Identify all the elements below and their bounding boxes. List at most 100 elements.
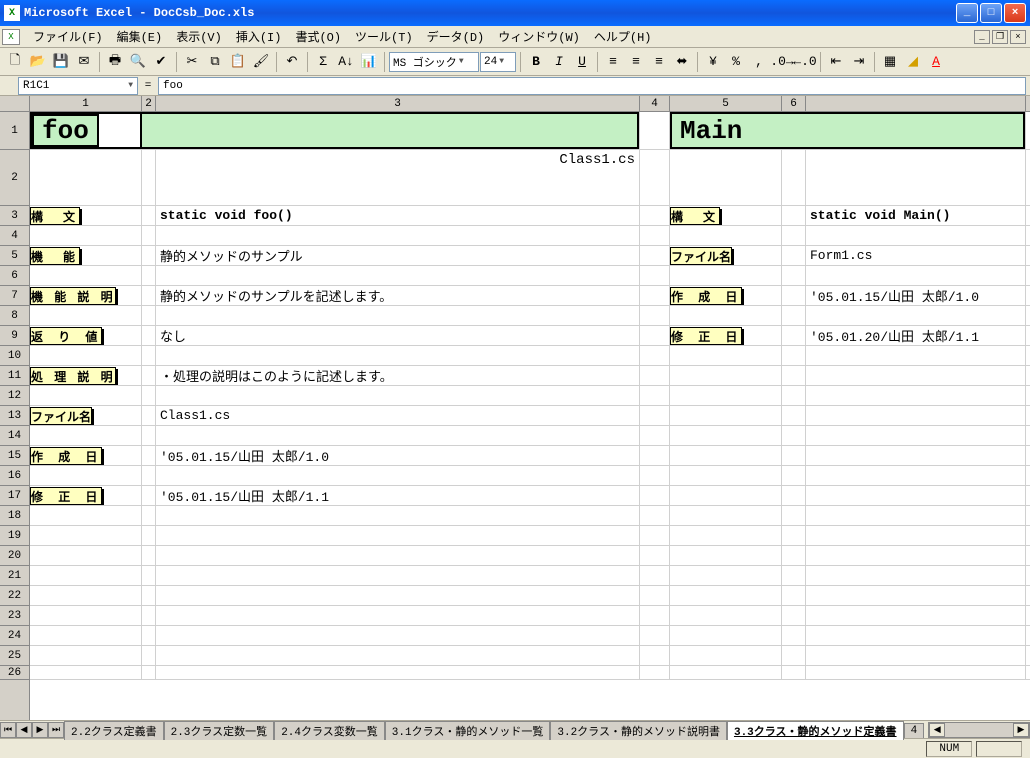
italic-icon[interactable]: I <box>548 51 570 73</box>
cell[interactable] <box>142 206 156 225</box>
cell-value[interactable]: Class1.cs <box>156 406 640 425</box>
cut-icon[interactable]: ✂ <box>181 51 203 73</box>
cell[interactable] <box>30 150 142 205</box>
sheet-tab[interactable]: 2.4クラス変数一覧 <box>274 721 385 740</box>
scroll-left-icon[interactable]: ◀ <box>929 723 945 737</box>
cell-title-foo[interactable]: foo <box>30 112 142 149</box>
row-header[interactable]: 1 <box>0 112 29 150</box>
cell-value[interactable]: Form1.cs <box>806 246 1026 265</box>
cell[interactable] <box>142 112 640 149</box>
format-painter-icon[interactable]: 🖌 <box>250 51 272 73</box>
row-header[interactable]: 15 <box>0 446 29 466</box>
font-color-icon[interactable]: A <box>925 51 947 73</box>
increase-decimal-icon[interactable]: .0→ <box>771 51 793 73</box>
row-header[interactable]: 8 <box>0 306 29 326</box>
mdi-restore-button[interactable]: ❐ <box>992 30 1008 44</box>
row-header[interactable]: 17 <box>0 486 29 506</box>
bold-icon[interactable]: B <box>525 51 547 73</box>
row-header[interactable]: 19 <box>0 526 29 546</box>
align-center-icon[interactable]: ≡ <box>625 51 647 73</box>
menu-view[interactable]: 表示(V) <box>169 26 229 47</box>
cell-value[interactable]: '05.01.15/山田 太郎/1.0 <box>156 446 640 465</box>
cell-classfile[interactable]: Class1.cs <box>156 150 640 205</box>
decrease-indent-icon[interactable]: ⇤ <box>825 51 847 73</box>
cell-value[interactable]: ・処理の説明はこのように記述します。 <box>156 366 640 385</box>
menu-format[interactable]: 書式(O) <box>288 26 348 47</box>
print-preview-icon[interactable]: 🔍 <box>127 51 149 73</box>
currency-icon[interactable]: ¥ <box>702 51 724 73</box>
sheet-tab[interactable]: 2.3クラス定数一覧 <box>164 721 275 740</box>
cell-value[interactable]: なし <box>156 326 640 345</box>
row-header[interactable]: 20 <box>0 546 29 566</box>
select-all-button[interactable] <box>0 96 29 112</box>
row-header[interactable]: 6 <box>0 266 29 286</box>
font-size-select[interactable]: 24▼ <box>480 52 516 72</box>
scroll-right-icon[interactable]: ▶ <box>1013 723 1029 737</box>
autosum-icon[interactable]: Σ <box>312 51 334 73</box>
percent-icon[interactable]: % <box>725 51 747 73</box>
cell-value[interactable]: '05.01.15/山田 太郎/1.0 <box>806 286 1026 305</box>
column-header[interactable]: 5 <box>670 96 782 111</box>
cell[interactable] <box>806 150 1026 205</box>
close-button[interactable]: × <box>1004 3 1026 23</box>
borders-icon[interactable]: ▦ <box>879 51 901 73</box>
chart-icon[interactable]: 📊 <box>358 51 380 73</box>
maximize-button[interactable]: □ <box>980 3 1002 23</box>
horizontal-scrollbar[interactable]: ◀ ▶ <box>928 722 1030 738</box>
menu-data[interactable]: データ(D) <box>420 26 492 47</box>
tab-nav-prev-icon[interactable]: ◀ <box>16 722 32 738</box>
sort-asc-icon[interactable]: A↓ <box>335 51 357 73</box>
cell-value[interactable]: static void foo() <box>156 206 640 225</box>
column-header[interactable] <box>806 96 1026 111</box>
column-header[interactable]: 1 <box>30 96 142 111</box>
cell-value[interactable]: 静的メソッドのサンプルを記述します。 <box>156 286 640 305</box>
row-header[interactable]: 14 <box>0 426 29 446</box>
menu-window[interactable]: ウィンドウ(W) <box>491 26 587 47</box>
row-header[interactable]: 25 <box>0 646 29 666</box>
row-header[interactable]: 2 <box>0 150 29 206</box>
mail-icon[interactable]: ✉ <box>73 51 95 73</box>
grid-rows[interactable]: foo Main Class1.cs 構 文 static void foo() <box>30 112 1030 720</box>
sheet-tab[interactable]: 3.1クラス・静的メソッド一覧 <box>385 721 551 740</box>
cell-value[interactable]: 静的メソッドのサンプル <box>156 246 640 265</box>
sheet-tab-active[interactable]: 3.3クラス・静的メソッド定義書 <box>727 721 904 740</box>
sheet-tab[interactable]: 3.2クラス・静的メソッド説明書 <box>550 721 727 740</box>
column-header[interactable]: 6 <box>782 96 806 111</box>
row-header[interactable]: 21 <box>0 566 29 586</box>
tab-nav-next-icon[interactable]: ▶ <box>32 722 48 738</box>
row-header[interactable]: 18 <box>0 506 29 526</box>
mdi-minimize-button[interactable]: _ <box>974 30 990 44</box>
row-header[interactable]: 10 <box>0 346 29 366</box>
copy-icon[interactable]: ⧉ <box>204 51 226 73</box>
tab-nav-last-icon[interactable]: ⏭ <box>48 722 64 738</box>
cell[interactable] <box>782 150 806 205</box>
cell-value[interactable]: '05.01.20/山田 太郎/1.1 <box>806 326 1026 345</box>
cell[interactable] <box>640 112 670 149</box>
underline-icon[interactable]: U <box>571 51 593 73</box>
row-header[interactable]: 11 <box>0 366 29 386</box>
fill-color-icon[interactable]: ◢ <box>902 51 924 73</box>
cell[interactable] <box>142 150 156 205</box>
row-header[interactable]: 3 <box>0 206 29 226</box>
cell[interactable] <box>782 206 806 225</box>
cell-value[interactable]: '05.01.15/山田 太郎/1.1 <box>156 486 640 505</box>
sheet-tab[interactable]: 4 <box>904 723 925 738</box>
row-header[interactable]: 7 <box>0 286 29 306</box>
cell-title-main[interactable]: Main <box>670 112 1026 149</box>
increase-indent-icon[interactable]: ⇥ <box>848 51 870 73</box>
align-right-icon[interactable]: ≡ <box>648 51 670 73</box>
column-header[interactable]: 4 <box>640 96 670 111</box>
column-header[interactable]: 3 <box>156 96 640 111</box>
menu-help[interactable]: ヘルプ(H) <box>587 26 659 47</box>
cell-value[interactable]: static void Main() <box>806 206 1026 225</box>
column-header[interactable]: 2 <box>142 96 156 111</box>
print-icon[interactable]: 🖶 <box>104 51 126 73</box>
row-header[interactable]: 9 <box>0 326 29 346</box>
cell[interactable] <box>640 150 670 205</box>
paste-icon[interactable]: 📋 <box>227 51 249 73</box>
decrease-decimal-icon[interactable]: ←.0 <box>794 51 816 73</box>
merge-center-icon[interactable]: ⬌ <box>671 51 693 73</box>
row-header[interactable]: 12 <box>0 386 29 406</box>
menu-insert[interactable]: 挿入(I) <box>229 26 289 47</box>
cell[interactable] <box>640 206 670 225</box>
